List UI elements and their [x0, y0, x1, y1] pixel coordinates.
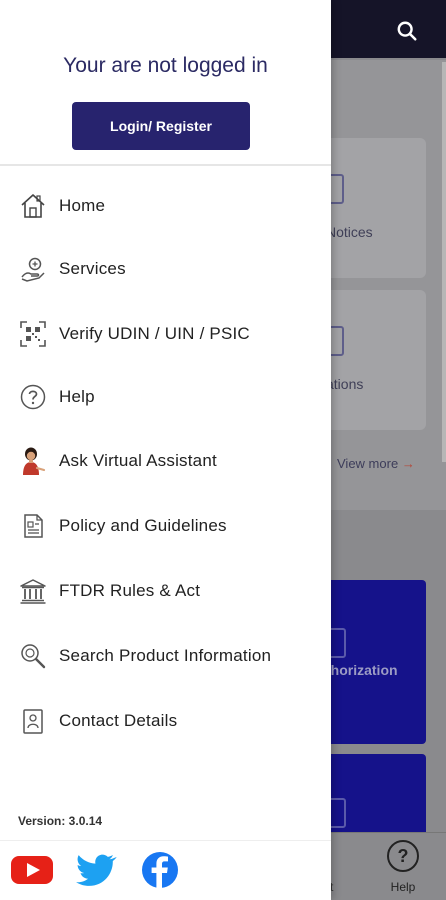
- card-label: ations: [326, 376, 364, 392]
- menu-item-virtual-assistant[interactable]: Ask Virtual Assistant: [0, 435, 331, 487]
- login-status-text: Your are not logged in: [63, 54, 268, 77]
- menu-item-label: Ask Virtual Assistant: [59, 451, 217, 470]
- menu-item-label: Policy and Guidelines: [59, 516, 227, 535]
- menu-item-label: Services: [59, 259, 126, 278]
- qr-scan-icon: [18, 319, 48, 349]
- help-icon: [18, 382, 48, 412]
- bottom-nav-help-label: Help: [390, 880, 416, 894]
- menu-item-help[interactable]: Help: [0, 371, 331, 423]
- arrow-right-icon: →: [401, 456, 415, 471]
- menu-item-home[interactable]: Home: [0, 180, 331, 232]
- bottom-nav-help[interactable]: ? Help: [380, 838, 426, 894]
- youtube-icon[interactable]: [10, 851, 54, 889]
- view-more-link[interactable]: View more →: [337, 456, 415, 471]
- search-product-icon: [18, 641, 48, 671]
- menu-item-label: Home: [59, 196, 106, 215]
- menu-item-verify[interactable]: Verify UDIN / UIN / PSIC: [0, 308, 331, 360]
- menu-item-contact[interactable]: Contact Details: [0, 695, 331, 747]
- app-version: Version: 3.0.14: [18, 814, 103, 828]
- search-icon[interactable]: [396, 20, 418, 42]
- navigation-drawer: Your are not logged in Login/ Register H…: [0, 0, 331, 900]
- menu-item-services[interactable]: Services: [0, 243, 331, 295]
- social-links: [0, 840, 331, 900]
- menu-item-label: Contact Details: [59, 711, 178, 730]
- help-icon: ?: [387, 840, 419, 872]
- menu-item-ftdr-rules[interactable]: FTDR Rules & Act: [0, 565, 331, 617]
- virtual-assistant-icon: [18, 446, 48, 476]
- home-icon: [18, 191, 48, 221]
- view-more-label: View more: [337, 456, 399, 471]
- services-icon: [18, 254, 48, 284]
- menu-item-label: Search Product Information: [59, 646, 272, 665]
- contact-card-icon: [18, 706, 48, 736]
- menu-item-label: Help: [59, 387, 95, 406]
- policy-document-icon: [18, 511, 48, 541]
- twitter-icon[interactable]: [74, 851, 118, 889]
- building-icon: [18, 576, 48, 606]
- login-register-button[interactable]: Login/ Register: [72, 102, 250, 150]
- card-label: Notices: [326, 224, 373, 240]
- menu-item-search-product[interactable]: Search Product Information: [0, 630, 331, 682]
- scrollbar[interactable]: [442, 62, 446, 462]
- drawer-header: Your are not logged in Login/ Register: [0, 0, 331, 166]
- menu-item-label: FTDR Rules & Act: [59, 581, 201, 600]
- facebook-icon[interactable]: [138, 851, 182, 889]
- menu-item-label: Verify UDIN / UIN / PSIC: [59, 324, 250, 343]
- card-label: thorization: [326, 662, 398, 678]
- menu-item-policy[interactable]: Policy and Guidelines: [0, 500, 331, 552]
